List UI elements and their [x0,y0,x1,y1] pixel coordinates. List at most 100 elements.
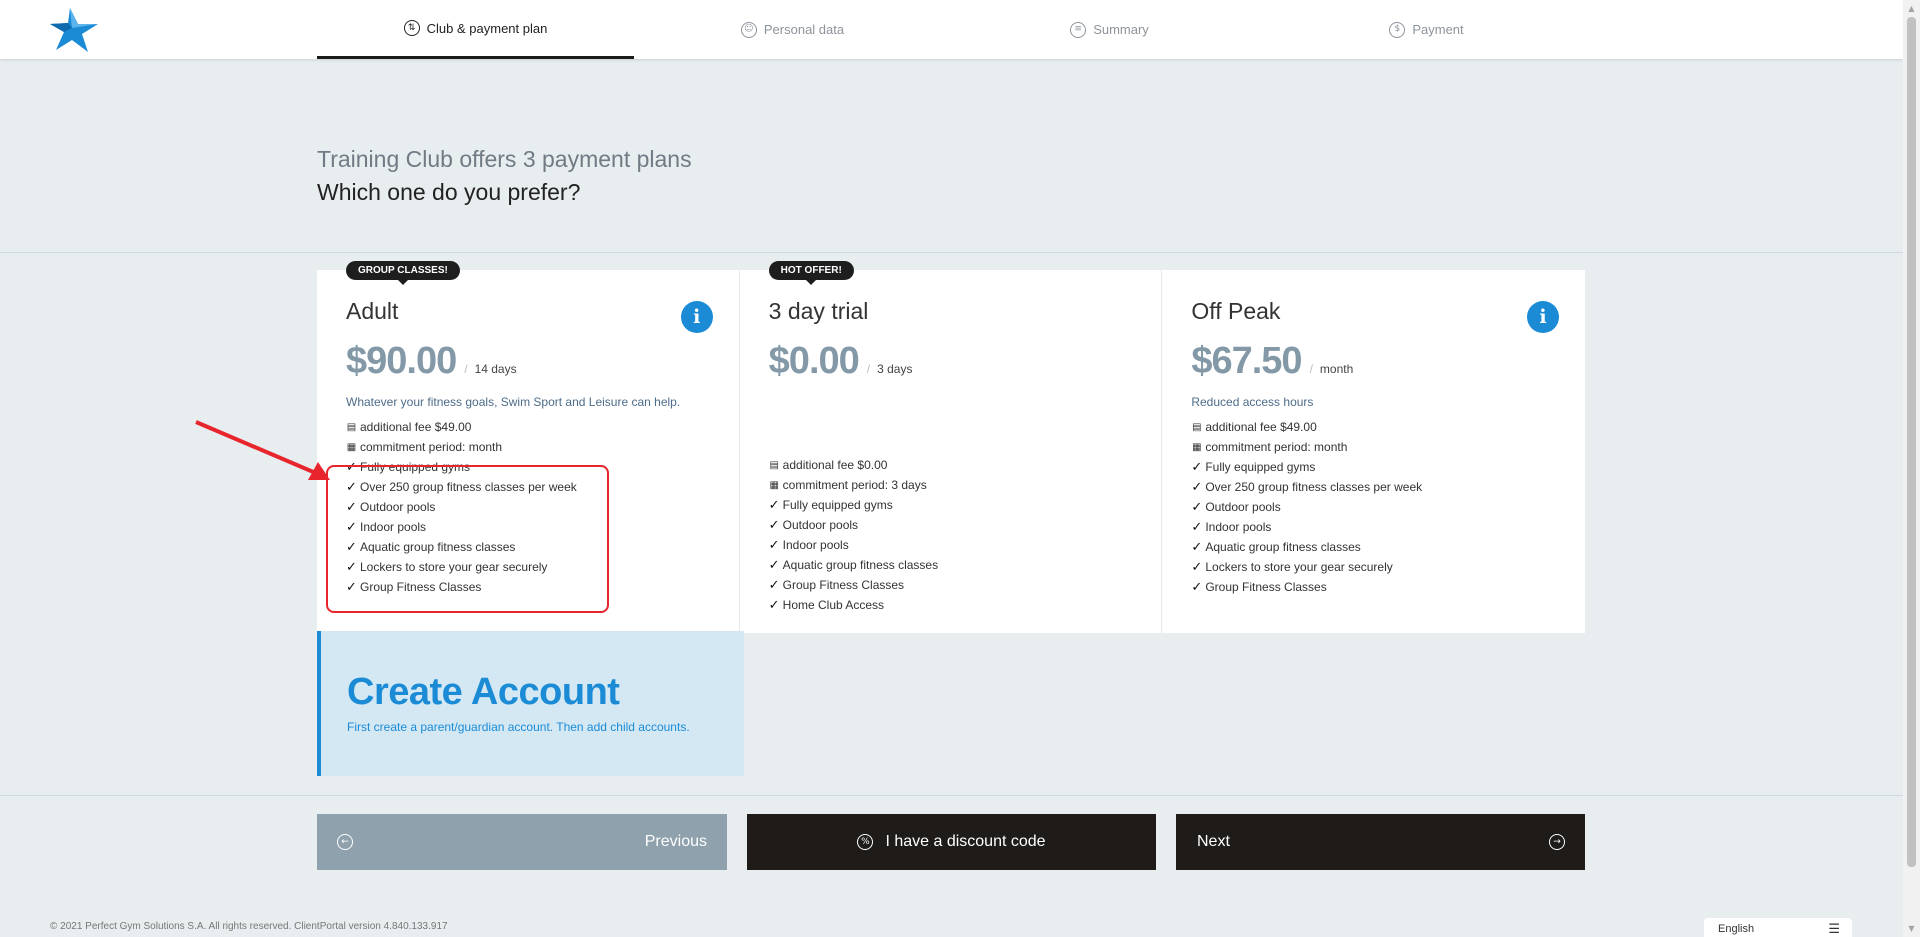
feature-item: ✓ Group Fitness Classes [769,575,1162,595]
check-icon: ✓ [1191,559,1203,575]
next-button-label: Next [1197,833,1230,850]
plan-description: Whatever your fitness goals, Swim Sport … [346,395,681,409]
plan-name: 3 day trial [768,298,869,324]
step-tab[interactable]: ☺ Personal data [634,0,951,59]
receipt-icon: ▤ [769,459,779,471]
check-icon: ✓ [346,539,357,555]
fee-text: additional fee $49.00 [1205,420,1317,434]
language-select[interactable]: English ☰ [1704,918,1852,937]
fee-detail: ▤ additional fee $49.00 [346,417,739,437]
receipt-icon: ▤ [1192,421,1202,433]
step-tab[interactable]: $ Payment [1268,0,1585,59]
plan-details: ▤ additional fee $49.00 ▦ commitment period… [1191,417,1585,457]
info-icon[interactable]: i [680,301,713,333]
arrow-right-icon: → [1549,834,1565,850]
scroll-up-icon[interactable]: ▲ [1903,0,1920,17]
check-icon: ✓ [768,517,780,533]
feature-item: ✓ Aquatic group fitness classes [769,555,1162,575]
feature-text: Indoor pools [360,520,427,534]
feature-text: Group Fitness Classes [1205,580,1327,594]
info-icon[interactable]: i [1527,301,1560,333]
fee-detail: ▤ additional fee $49.00 [1191,417,1585,437]
plan-price: $0.00 [768,340,860,382]
plan-name: Off Peak [1191,298,1281,324]
feature-text: Indoor pools [1205,520,1272,534]
feature-item: ✓ Lockers to store your gear securely [1191,557,1585,577]
check-icon: ✓ [346,499,357,515]
check-icon: ✓ [768,577,780,593]
plan-name: Adult [346,298,399,324]
calendar-icon: ▦ [769,479,779,491]
feature-item: ✓ Group Fitness Classes [1191,577,1585,597]
check-icon: ✓ [1191,459,1203,475]
feature-text: Lockers to store your gear securely [360,560,548,574]
arrow-left-icon: ← [337,834,353,850]
price-separator: / [1309,362,1313,376]
feature-text: Outdoor pools [782,518,859,532]
scroll-down-icon[interactable]: ▼ [1903,920,1920,937]
feature-text: Aquatic group fitness classes [782,558,939,572]
check-icon: ✓ [346,579,357,595]
price-separator: / [866,362,871,376]
feature-item: ✓ Lockers to store your gear securely [346,557,739,577]
check-icon: ✓ [346,459,357,475]
plan-period: month [1319,362,1354,376]
feature-text: Fully equipped gyms [360,460,471,474]
scroll-thumb[interactable] [1907,17,1916,867]
next-button[interactable]: Next → [1176,814,1585,870]
step-label: Club & payment plan [426,20,548,36]
feature-list: ✓ Fully equipped gyms ✓ Outdoor pools ✓ Indoo… [769,495,1162,615]
star-logo-icon[interactable] [48,6,100,54]
check-icon: ✓ [1191,519,1203,535]
swap-icon: ⇅ [403,20,420,36]
plan-card[interactable]: Off Peak i $67.50 / month Reduced access hour… [1162,270,1585,633]
scrollbar[interactable]: ▲ ▼ [1903,0,1920,937]
feature-text: Over 250 group fitness classes per week [360,480,577,494]
feature-item: ✓ Home Club Access [769,595,1162,615]
discount-code-button[interactable]: % I have a discount code [747,814,1156,870]
create-account-text: First create a parent/guardian account. … [347,720,690,734]
previous-button-label: Previous [644,833,707,850]
commitment-text: commitment period: 3 days [782,478,927,492]
feature-item: ✓ Fully equipped gyms [1191,457,1585,477]
plan-card[interactable]: GROUP CLASSES! Adult i $90.00 / 14 days Whatev… [317,261,740,633]
feature-text: Outdoor pools [360,500,436,514]
plan-card[interactable]: HOT OFFER! 3 day trial $0.00 / 3 days ▤ additi… [740,261,1163,633]
feature-list: ✓ Fully equipped gyms ✓ Over 250 group fitn… [346,457,739,597]
person-icon: ☺ [740,21,757,38]
feature-text: Home Club Access [782,598,885,612]
create-account-panel[interactable]: Create Account First create a parent/gua… [317,631,744,776]
check-icon: ✓ [768,537,780,553]
feature-item: ✓ Over 250 group fitness classes per week [346,477,739,497]
check-icon: ✓ [1191,539,1203,555]
check-icon: ✓ [1191,479,1203,495]
checkout-steps: ⇅ Club & payment plan ☺ Personal data ≡ Summa… [317,0,1585,59]
step-tab[interactable]: ≡ Summary [951,0,1268,59]
feature-text: Outdoor pools [1205,500,1281,514]
menu-icon: ☰ [1828,921,1840,937]
feature-item: ✓ Aquatic group fitness classes [346,537,739,557]
divider [0,795,1903,796]
create-account-title[interactable]: Create Account [347,671,744,714]
plan-badge: HOT OFFER! [768,261,854,285]
receipt-icon: ▤ [346,421,357,433]
feature-item: ✓ Group Fitness Classes [346,577,739,597]
commitment-detail: ▦ commitment period: month [346,437,739,457]
previous-button[interactable]: ← Previous [317,814,727,870]
plans-count-title: Training Club offers 3 payment plans [317,146,692,172]
annotation-arrow-icon [195,420,330,480]
feature-item: ✓ Over 250 group fitness classes per week [1191,477,1585,497]
feature-item: ✓ Fully equipped gyms [769,495,1162,515]
step-tab[interactable]: ⇅ Club & payment plan [317,0,634,59]
step-label: Summary [1093,22,1149,37]
check-icon: ✓ [346,479,357,495]
plan-price-row: $90.00 / 14 days [346,340,739,383]
percent-icon: % [857,834,874,850]
feature-text: Fully equipped gyms [1205,460,1316,474]
feature-item: ✓ Indoor pools [769,535,1162,555]
footer-copyright: © 2021 Perfect Gym Solutions S.A. All ri… [50,921,448,932]
plan-details: ▤ additional fee $49.00 ▦ commitment period… [346,417,739,457]
commitment-text: commitment period: month [360,440,503,454]
plan-description: Reduced access hours [1191,395,1314,409]
calendar-icon: ▦ [346,441,357,453]
